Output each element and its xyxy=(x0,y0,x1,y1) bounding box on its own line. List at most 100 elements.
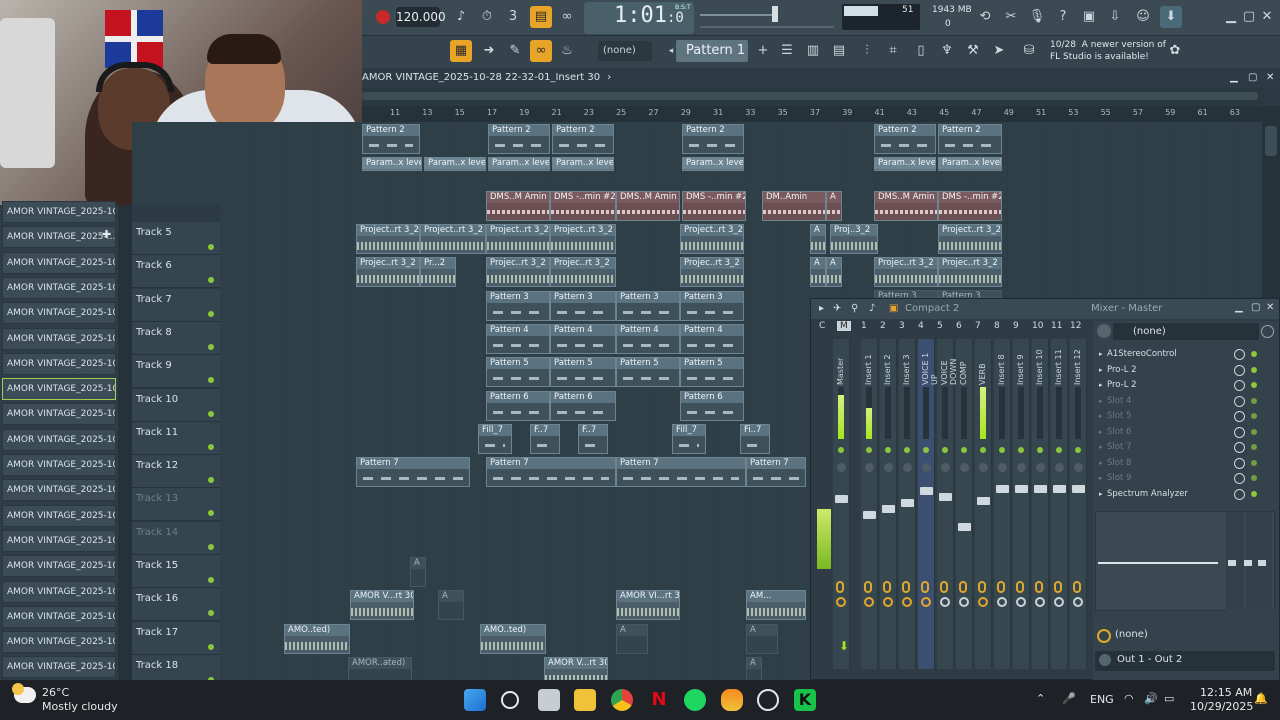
track-header[interactable]: Track 11 xyxy=(132,421,220,455)
effect-slot[interactable]: ▸ Slot 7 xyxy=(1097,440,1263,455)
browser-item[interactable]: AMOR VINTAGE_2025-10-... xyxy=(2,605,116,628)
volume-fader[interactable] xyxy=(835,495,848,503)
track-header[interactable]: Track 5 xyxy=(132,222,220,255)
track-header[interactable]: Track 7 xyxy=(132,288,220,322)
mixer-close-icon[interactable]: ✕ xyxy=(1266,302,1274,313)
playlist-clip[interactable]: A xyxy=(438,590,464,620)
metronome-icon[interactable]: ♪ xyxy=(450,6,472,28)
playlist-minimize-icon[interactable]: ▁ xyxy=(1230,68,1238,88)
volume-fader[interactable] xyxy=(920,487,933,495)
track-header[interactable]: Track 14 xyxy=(132,521,220,555)
playlist-clip[interactable]: Fi..7 xyxy=(740,424,770,454)
playlist-clip[interactable]: DMS -..min #2 xyxy=(938,191,1002,221)
mixer-strip[interactable]: Insert 9 xyxy=(1013,339,1030,669)
weather-icon[interactable] xyxy=(12,683,36,703)
pan-knob[interactable] xyxy=(941,463,950,472)
playlist-clip[interactable]: Pattern 3 xyxy=(550,291,616,321)
playlist-clip[interactable]: Pattern 2 xyxy=(938,124,1002,154)
track-enable-led[interactable] xyxy=(208,244,214,250)
plus-icon[interactable]: ✚ xyxy=(102,228,111,241)
send-knob[interactable] xyxy=(864,597,874,607)
battery-icon[interactable]: ▭ xyxy=(1164,692,1174,705)
volume-fader[interactable] xyxy=(882,505,895,513)
pan-knob[interactable] xyxy=(865,463,874,472)
playlist-clip[interactable]: Pattern 7 xyxy=(746,457,806,487)
send-knob[interactable] xyxy=(883,597,893,607)
stereo-knob[interactable] xyxy=(864,581,872,593)
playlist-clip[interactable]: Pattern 2 xyxy=(552,124,614,154)
playlist-clip[interactable]: DMS..M Amin xyxy=(874,191,938,221)
stereo-knob[interactable] xyxy=(1016,581,1024,593)
strip-led[interactable] xyxy=(838,447,844,453)
playlist-snap-icon[interactable]: ▦ xyxy=(450,40,472,62)
pan-knob[interactable] xyxy=(922,463,931,472)
mixer-strip[interactable]: VOICE DOWN xyxy=(937,339,958,669)
track-enable-led[interactable] xyxy=(208,643,214,650)
playlist-clip[interactable]: Project..rt 3_2 xyxy=(550,224,616,254)
playlist-clip[interactable]: AMOR VI...rt 30 xyxy=(616,590,680,620)
playlist-clip[interactable]: Pattern 4 xyxy=(680,324,744,354)
playlist-clip[interactable]: AMO..ted) xyxy=(284,624,350,654)
playlist-clip[interactable]: A xyxy=(810,257,826,287)
browser-item[interactable]: AMOR VINTAGE_2025-10-... xyxy=(2,302,116,325)
volume-fader[interactable] xyxy=(939,493,952,501)
mixer-link-icon[interactable]: ⚲ xyxy=(851,303,858,314)
timeline-ruler[interactable]: 11 13 15 17 19 21 23 25 27 29 31 33 35 37 39 41 43 45 47 49… xyxy=(362,106,1262,122)
snap-select[interactable]: (none) xyxy=(598,41,652,61)
playlist-clip[interactable]: Pr...2 xyxy=(420,257,456,287)
eq-graph[interactable] xyxy=(1095,511,1275,612)
slot-enable-led[interactable] xyxy=(1251,491,1257,497)
playlist-clip[interactable]: Pattern 4 xyxy=(486,324,550,354)
search-icon[interactable] xyxy=(501,691,519,709)
update-notice[interactable]: 10/28 A newer version of FL Studio is ava… xyxy=(1050,39,1166,63)
stamp-icon[interactable]: ♨ xyxy=(556,40,578,62)
playlist-clip[interactable]: DMS -..min #2 xyxy=(682,191,746,221)
mixer-layout-icon[interactable]: ▣ xyxy=(889,303,898,314)
mixer-strip[interactable]: Insert 3 xyxy=(899,339,916,669)
browser-item[interactable]: AMOR VINTAGE_2025-10-... xyxy=(2,201,116,223)
browser-item[interactable]: AMOR VINTAGE_2025-10-... xyxy=(2,276,116,299)
clock-date[interactable]: 10/29/2025 xyxy=(1190,700,1253,713)
browser-item[interactable]: AMOR VINTAGE_2025-10-... xyxy=(2,327,116,350)
pan-knob[interactable] xyxy=(1036,463,1045,472)
close-icon[interactable]: ✕ xyxy=(1256,6,1278,28)
language-indicator[interactable]: ENG xyxy=(1090,693,1114,706)
volume-fader[interactable] xyxy=(1015,485,1028,493)
strip-led[interactable] xyxy=(980,447,986,453)
send-knob[interactable] xyxy=(1054,597,1064,607)
volume-fader[interactable] xyxy=(901,499,914,507)
slot-enable-led[interactable] xyxy=(1251,429,1257,435)
playlist-clip[interactable]: A xyxy=(410,557,426,587)
track-header[interactable]: Track 8 xyxy=(132,321,220,355)
playlist-close-icon[interactable]: ✕ xyxy=(1266,68,1274,88)
send-knob[interactable] xyxy=(1073,597,1083,607)
loop-record-icon[interactable]: ∞ xyxy=(556,6,578,28)
send-knob[interactable] xyxy=(921,597,931,607)
slot-enable-led[interactable] xyxy=(1251,475,1257,481)
wifi-icon[interactable]: ◠ xyxy=(1124,692,1134,705)
track-header[interactable]: Track 17 xyxy=(132,621,220,655)
stereo-knob[interactable] xyxy=(997,581,1005,593)
playlist-clip[interactable]: DMS..M Amin xyxy=(616,191,680,221)
playlist-icon[interactable]: ☰ xyxy=(776,40,798,62)
playlist-clip[interactable]: Fill_7 xyxy=(672,424,706,454)
browser-item[interactable]: AMOR VINTAGE_2025-10-... xyxy=(2,251,116,274)
mic-tray-icon[interactable]: 🎤 xyxy=(1062,692,1076,705)
volume-icon[interactable]: 🔊 xyxy=(1144,692,1158,705)
stereo-knob[interactable] xyxy=(902,581,910,593)
strip-led[interactable] xyxy=(1056,447,1062,453)
netflix-icon[interactable]: N xyxy=(648,689,670,711)
track-enable-led[interactable] xyxy=(208,543,214,550)
playlist-clip[interactable]: Pattern 4 xyxy=(550,324,616,354)
playlist-clip[interactable]: Pattern 6 xyxy=(680,391,744,421)
slot-mix-knob[interactable] xyxy=(1234,349,1245,360)
track-header[interactable]: Track 10 xyxy=(132,388,220,422)
task-view-icon[interactable] xyxy=(538,689,560,711)
effect-slot[interactable]: ▸ Slot 5 xyxy=(1097,409,1263,424)
browser-item[interactable]: AMOR VINTAGE_2025-10-... xyxy=(2,454,116,476)
mixer-layout-label[interactable]: Compact 2 xyxy=(905,303,959,314)
playlist-clip[interactable]: Fill_7 xyxy=(478,424,512,454)
step-edit-icon[interactable]: ▤ xyxy=(530,6,552,28)
slot-mix-knob[interactable] xyxy=(1234,365,1245,376)
playlist-clip[interactable]: Param..x level xyxy=(874,157,936,171)
